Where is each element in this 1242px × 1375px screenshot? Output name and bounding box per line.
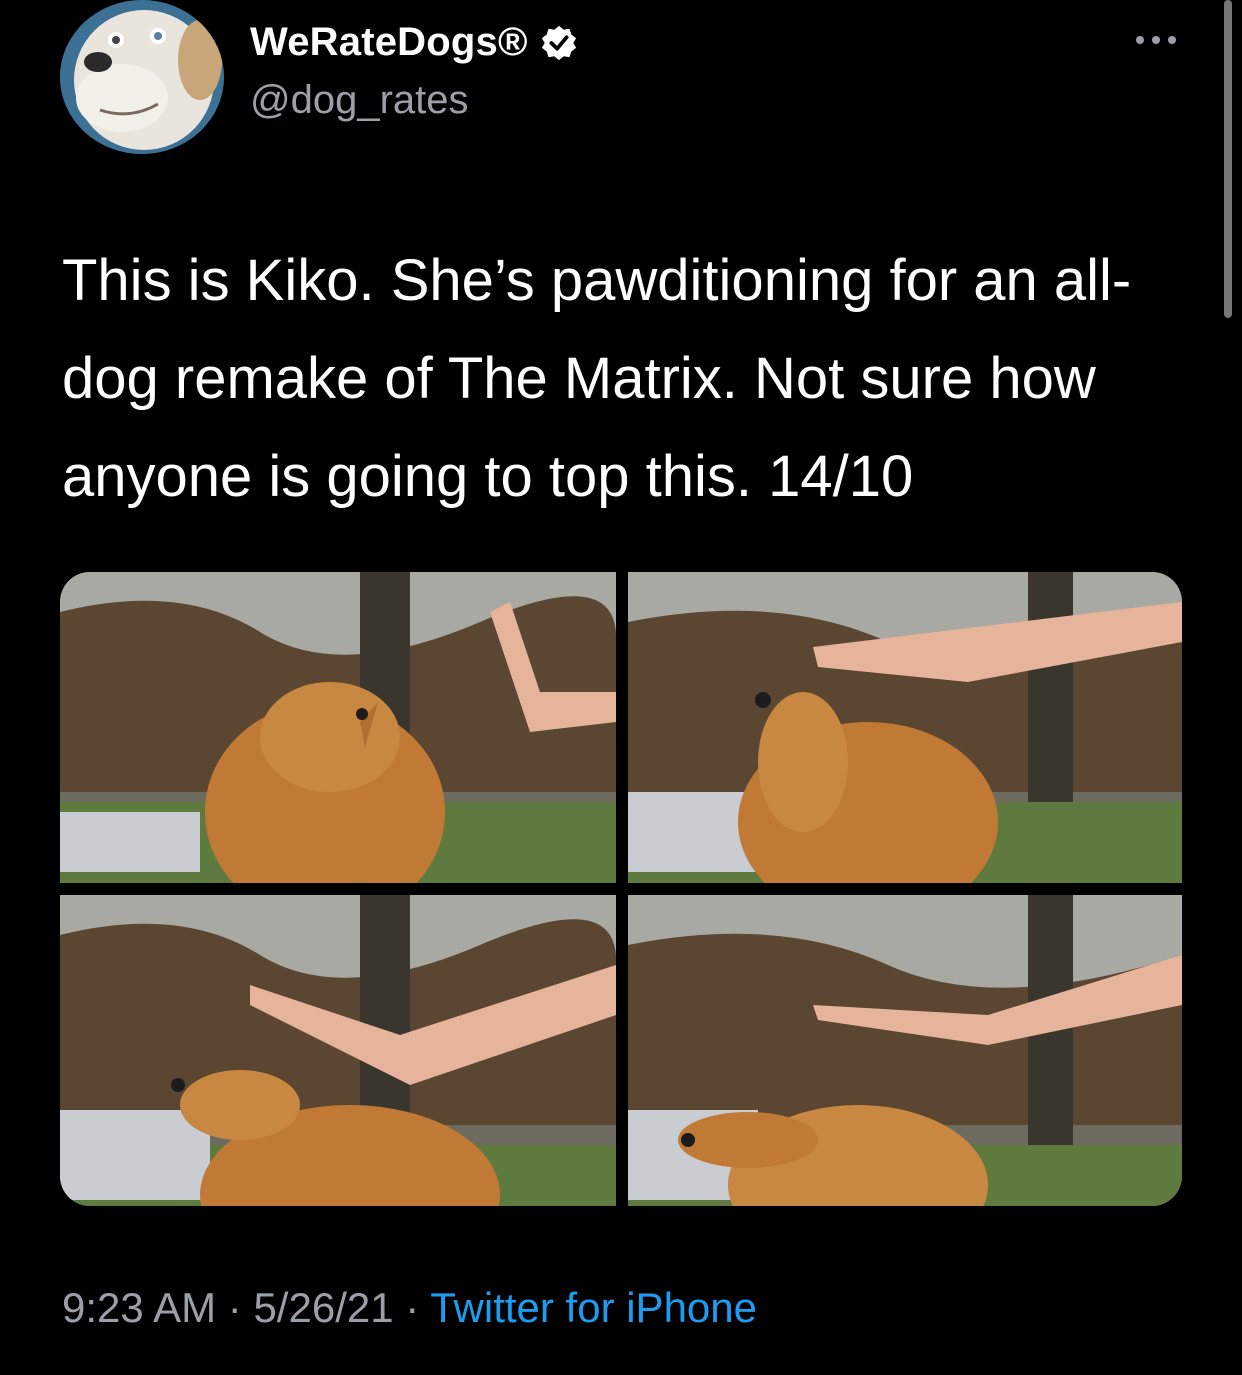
tweet-time[interactable]: 9:23 AM [62,1284,216,1331]
separator: · [227,1284,242,1331]
user-handle[interactable]: @dog_rates [250,78,469,123]
display-name[interactable]: WeRateDogs® [250,20,528,65]
media-photo-1[interactable] [60,572,616,883]
media-grid [60,572,1182,1206]
tweet-date[interactable]: 5/26/21 [253,1284,393,1331]
media-photo-2[interactable] [628,572,1182,883]
tweet-source-link[interactable]: Twitter for iPhone [430,1284,757,1331]
tweet-text: This is Kiko. She’s pawditioning for an … [62,248,1132,509]
media-photo-3[interactable] [60,895,616,1206]
verified-badge-icon [540,24,578,62]
profile-avatar[interactable] [60,0,224,154]
more-options-icon[interactable] [1133,25,1179,55]
tweet-metadata: 9:23 AM · 5/26/21 · Twitter for iPhone [62,1284,757,1332]
separator: · [405,1284,420,1331]
media-photo-4[interactable] [628,895,1182,1206]
scrollbar[interactable] [1224,0,1232,318]
